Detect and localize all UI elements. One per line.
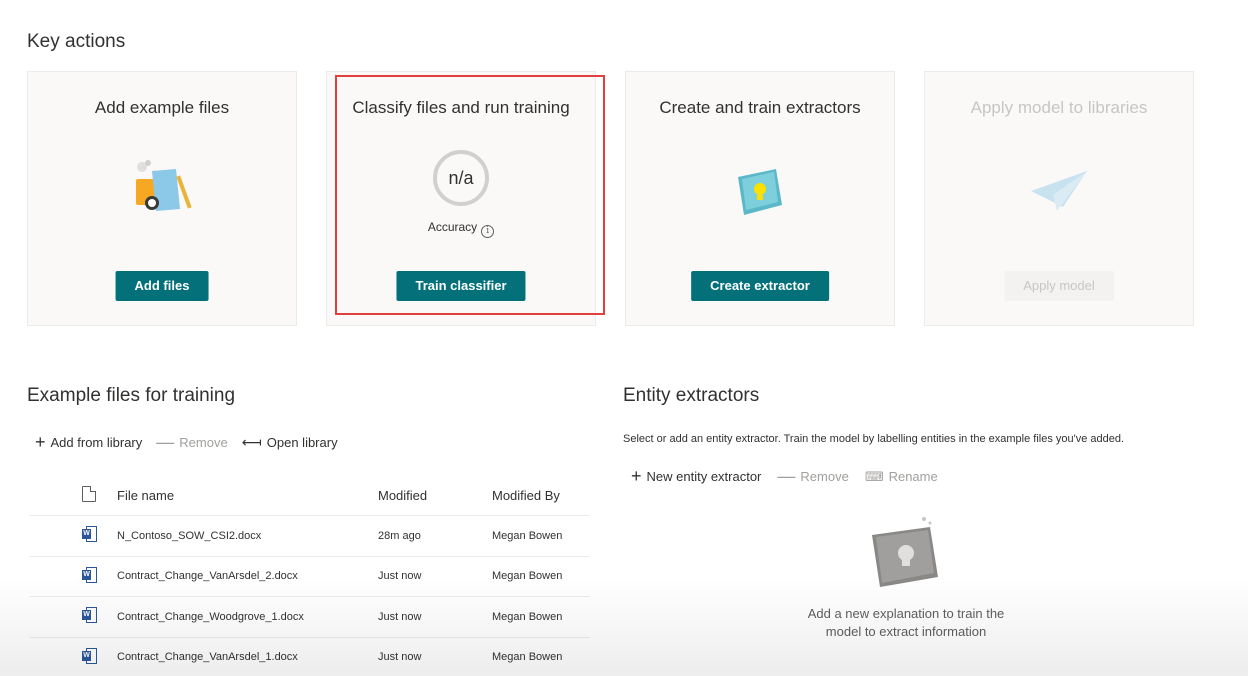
modified-by-value: Megan Bowen — [492, 610, 563, 623]
remove-extractor-button[interactable]: — Remove — [777, 466, 849, 486]
open-library-button[interactable]: ⟻ Open library — [242, 435, 338, 450]
apply-model-button[interactable]: Apply model — [1004, 271, 1114, 301]
file-name[interactable]: Contract_Change_Woodgrove_1.docx — [117, 611, 378, 623]
rename-icon: ⌨ — [864, 469, 884, 484]
example-files-table: File name Modified Modified By W N_Conto… — [30, 476, 590, 676]
create-extractor-button[interactable]: Create extractor — [691, 271, 829, 301]
card-add-example-files: Add example files Add files — [27, 71, 297, 326]
empty-state-line-2: model to extract information — [825, 624, 987, 639]
highlight-box — [335, 75, 605, 315]
entity-extractors-title: Entity extractors — [623, 385, 760, 406]
table-header: File name Modified Modified By — [30, 476, 590, 516]
plus-icon: + — [35, 432, 46, 452]
rename-extractor-label: Rename — [888, 469, 938, 484]
entity-extractors-commandbar: + New entity extractor — Remove ⌨ Rename — [631, 466, 938, 486]
table-row[interactable]: W Contract_Change_VanArsdel_1.docx Just … — [30, 638, 590, 676]
file-name[interactable]: Contract_Change_VanArsdel_2.docx — [117, 570, 378, 582]
table-row[interactable]: W Contract_Change_VanArsdel_2.docx Just … — [30, 557, 590, 597]
word-document-icon: W — [82, 566, 97, 583]
card-title: Create and train extractors — [659, 98, 861, 117]
modified-by-value: Megan Bowen — [492, 651, 563, 664]
remove-files-label: Remove — [179, 435, 228, 450]
extractor-illustration-icon — [738, 169, 782, 215]
modified-column-header[interactable]: Modified — [378, 488, 492, 503]
new-entity-extractor-button[interactable]: + New entity extractor — [631, 466, 762, 486]
card-apply-model: Apply model to libraries Apply model — [924, 71, 1194, 326]
file-name-column-header[interactable]: File name — [117, 488, 378, 503]
modified-value: Just now — [378, 570, 422, 583]
file-name[interactable]: Contract_Change_VanArsdel_1.docx — [117, 651, 378, 663]
empty-state-line-1: Add a new explanation to train the — [807, 606, 1005, 621]
document-icon — [82, 486, 96, 502]
example-files-commandbar: + Add from library — Remove ⟻ Open libra… — [35, 432, 338, 452]
card-title: Apply model to libraries — [970, 98, 1148, 117]
empty-state-message: Add a new explanation to train the model… — [766, 605, 1046, 641]
entity-extractors-description: Select or add an entity extractor. Train… — [623, 433, 1125, 445]
add-from-library-label: Add from library — [50, 435, 143, 450]
new-entity-extractor-label: New entity extractor — [646, 469, 762, 484]
minus-icon: — — [156, 432, 175, 452]
word-document-icon: W — [82, 607, 97, 624]
file-name[interactable]: N_Contoso_SOW_CSI2.docx — [117, 530, 378, 542]
modified-by-value: Megan Bowen — [492, 529, 563, 542]
modified-by-value: Megan Bowen — [492, 570, 563, 583]
paper-plane-icon — [1031, 171, 1087, 211]
modified-value: Just now — [378, 651, 422, 664]
empty-extractor-illustration-icon — [872, 517, 938, 587]
remove-extractor-label: Remove — [800, 469, 849, 484]
modified-by-column-header[interactable]: Modified By — [492, 488, 590, 503]
file-type-column-header[interactable] — [30, 486, 117, 505]
open-library-label: Open library — [266, 435, 338, 450]
add-from-library-button[interactable]: + Add from library — [35, 432, 143, 452]
word-document-icon: W — [82, 526, 97, 543]
table-row[interactable]: W N_Contoso_SOW_CSI2.docx 28m ago Megan … — [30, 516, 590, 557]
modified-value: 28m ago — [378, 529, 421, 542]
remove-files-button[interactable]: — Remove — [156, 432, 228, 452]
word-document-icon: W — [82, 647, 97, 664]
card-create-extractors: Create and train extractors Create extra… — [625, 71, 895, 326]
modified-value: Just now — [378, 610, 422, 623]
example-files-title: Example files for training — [27, 385, 236, 406]
add-files-illustration-icon — [136, 160, 192, 211]
minus-icon: — — [777, 466, 796, 486]
rename-extractor-button[interactable]: ⌨ Rename — [865, 469, 938, 484]
open-library-icon: ⟻ — [241, 434, 262, 450]
plus-icon: + — [631, 466, 642, 486]
card-title: Add example files — [94, 98, 230, 117]
key-actions-title: Key actions — [27, 31, 126, 52]
table-row[interactable]: W Contract_Change_Woodgrove_1.docx Just … — [30, 597, 590, 638]
add-files-button[interactable]: Add files — [115, 271, 209, 301]
